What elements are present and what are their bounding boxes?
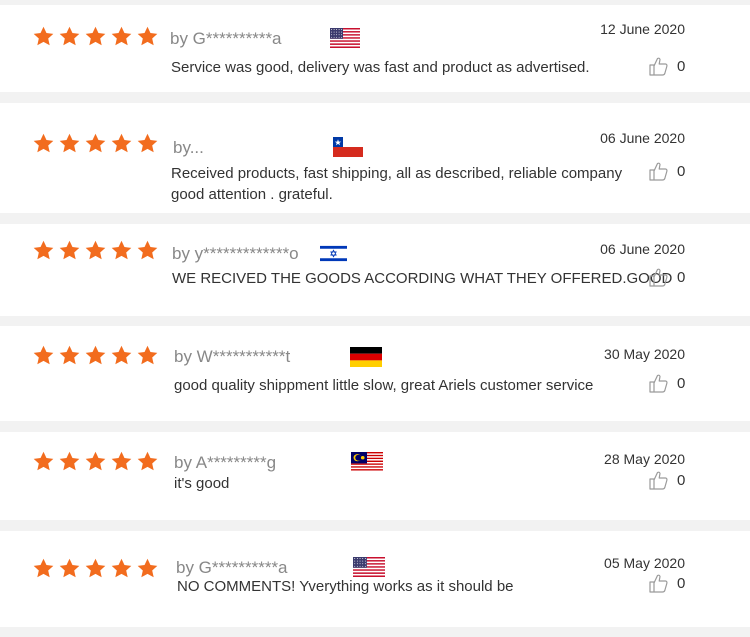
germany-flag-icon — [350, 347, 382, 367]
review-card: by G**********a 05 May 2020 NO COMMENTS!… — [0, 531, 750, 627]
review-author: by... — [173, 138, 204, 157]
star-icon — [111, 240, 132, 260]
star-icon — [111, 558, 132, 578]
review-card: by... 06 June 2020 Received products, fa… — [0, 103, 750, 213]
star-icon — [85, 451, 106, 471]
like-count: 0 — [677, 162, 686, 180]
like-button[interactable]: 0 — [649, 373, 685, 393]
star-icon — [137, 133, 158, 153]
us-flag-icon — [353, 557, 385, 577]
star-icon — [85, 558, 106, 578]
star-icon — [137, 345, 158, 365]
star-icon — [33, 451, 54, 471]
like-count: 0 — [677, 374, 686, 392]
review-date: 28 May 2020 — [604, 451, 685, 467]
star-icon — [59, 26, 80, 46]
star-icon — [33, 240, 54, 260]
star-icon — [137, 558, 158, 578]
review-card: by W***********t 30 May 2020 good qualit… — [0, 326, 750, 421]
review-text: WE RECIVED THE GOODS ACCORDING WHAT THEY… — [172, 270, 673, 287]
review-date: 30 May 2020 — [604, 346, 685, 362]
star-rating — [33, 451, 163, 471]
thumbs-up-icon[interactable] — [649, 373, 668, 393]
star-icon — [33, 345, 54, 365]
star-icon — [85, 240, 106, 260]
star-icon — [59, 133, 80, 153]
thumbs-up-icon[interactable] — [649, 267, 668, 287]
review-text: NO COMMENTS! Yverything works as it shou… — [177, 578, 514, 595]
star-rating — [33, 26, 163, 46]
like-button[interactable]: 0 — [649, 470, 685, 490]
like-count: 0 — [677, 57, 686, 75]
review-card: by G**********a 12 June 2020 Service was… — [0, 5, 750, 92]
star-icon — [111, 345, 132, 365]
star-icon — [137, 451, 158, 471]
star-icon — [111, 451, 132, 471]
like-button[interactable]: 0 — [649, 573, 685, 593]
thumbs-up-icon[interactable] — [649, 56, 668, 76]
star-rating — [33, 240, 163, 260]
review-author: by A*********g — [174, 453, 277, 472]
review-author: by G**********a — [170, 29, 282, 48]
like-count: 0 — [677, 574, 686, 592]
review-date: 12 June 2020 — [600, 21, 685, 37]
review-text: good quality shippment little slow, grea… — [174, 377, 594, 394]
chile-flag-icon — [333, 137, 363, 157]
like-button[interactable]: 0 — [649, 56, 685, 76]
review-author: by y*************o — [172, 244, 299, 263]
star-icon — [33, 558, 54, 578]
review-date: 06 June 2020 — [600, 130, 685, 146]
star-icon — [85, 133, 106, 153]
review-text: it's good — [174, 475, 230, 492]
review-text: Service was good, delivery was fast and … — [171, 59, 590, 76]
star-rating — [33, 133, 163, 153]
review-author: by G**********a — [176, 558, 288, 577]
star-icon — [85, 26, 106, 46]
malaysia-flag-icon — [351, 452, 383, 472]
review-card: by y*************o 06 June 2020 WE RECIV… — [0, 224, 750, 316]
us-flag-icon — [330, 28, 360, 48]
star-icon — [59, 558, 80, 578]
like-button[interactable]: 0 — [649, 267, 685, 287]
israel-flag-icon — [320, 244, 347, 263]
like-count: 0 — [677, 268, 686, 286]
star-icon — [59, 345, 80, 365]
star-icon — [111, 26, 132, 46]
review-date: 05 May 2020 — [604, 555, 685, 571]
thumbs-up-icon[interactable] — [649, 470, 668, 490]
star-rating — [33, 345, 163, 365]
star-icon — [137, 240, 158, 260]
like-button[interactable]: 0 — [649, 161, 685, 181]
review-author: by W***********t — [174, 347, 291, 366]
star-icon — [59, 240, 80, 260]
star-icon — [137, 26, 158, 46]
like-count: 0 — [677, 471, 686, 489]
review-text: Received products, fast shipping, all as… — [171, 165, 623, 203]
star-icon — [33, 26, 54, 46]
review-card: by A*********g 28 May 2020 it's good 0 — [0, 432, 750, 520]
star-icon — [85, 345, 106, 365]
star-icon — [59, 451, 80, 471]
thumbs-up-icon[interactable] — [649, 161, 668, 181]
star-rating — [33, 558, 163, 578]
star-icon — [33, 133, 54, 153]
thumbs-up-icon[interactable] — [649, 573, 668, 593]
review-date: 06 June 2020 — [600, 241, 685, 257]
star-icon — [111, 133, 132, 153]
